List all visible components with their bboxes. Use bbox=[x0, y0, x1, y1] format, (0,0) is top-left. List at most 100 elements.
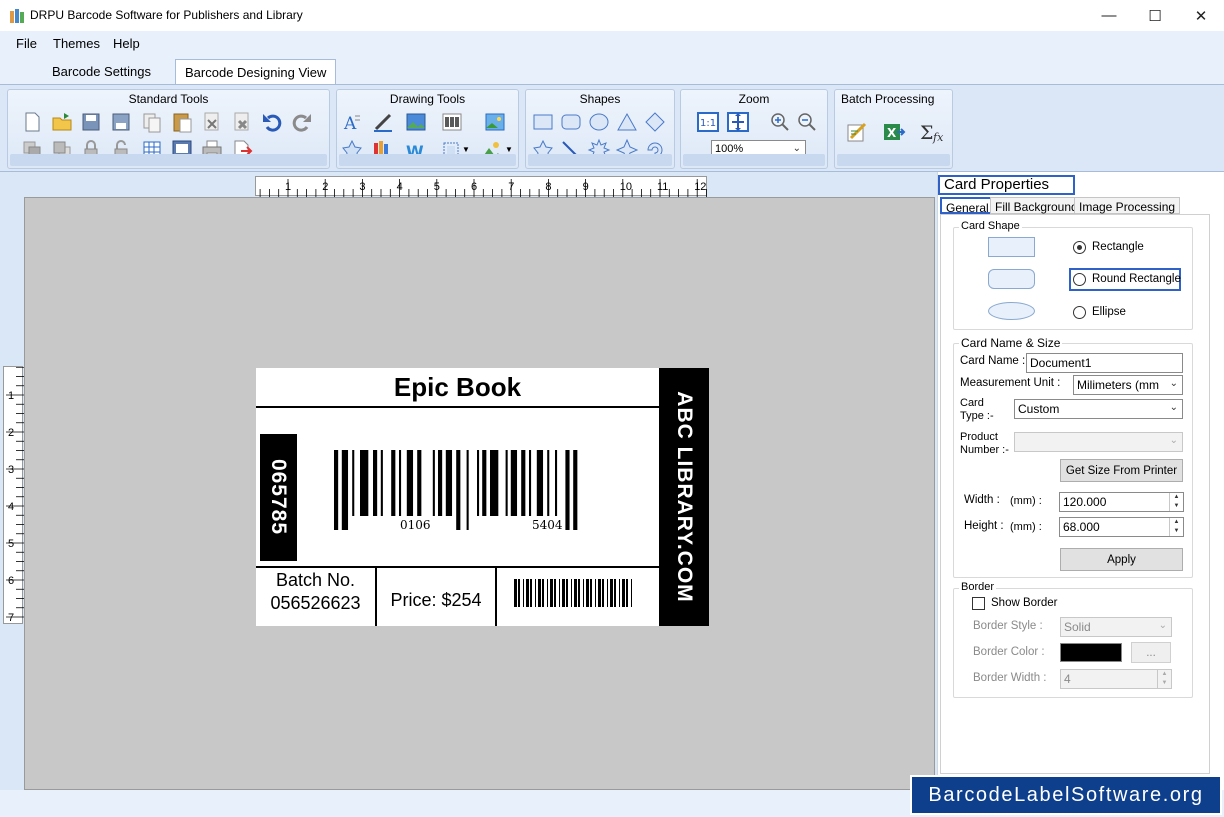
ruler-label: 6 bbox=[471, 181, 477, 193]
barcode[interactable] bbox=[332, 450, 627, 535]
tab-fill-background[interactable]: Fill Background bbox=[990, 197, 1083, 214]
barcode-bar bbox=[456, 450, 461, 530]
ruler-label: 1 bbox=[8, 390, 14, 402]
show-border-checkbox[interactable] bbox=[972, 597, 985, 610]
card-name-input[interactable]: Document1 bbox=[1026, 353, 1183, 373]
card-title[interactable]: Epic Book bbox=[256, 368, 659, 408]
measurement-unit-select[interactable]: Milimeters (mm ⌄ bbox=[1073, 375, 1183, 395]
border-color-swatch[interactable] bbox=[1060, 643, 1122, 662]
save-icon[interactable] bbox=[79, 110, 103, 134]
barcode-bar bbox=[536, 450, 544, 516]
zoom-out-icon[interactable] bbox=[795, 110, 819, 134]
save-as-icon[interactable] bbox=[109, 110, 133, 134]
menu-themes[interactable]: Themes bbox=[53, 36, 100, 51]
maximize-button[interactable]: ☐ bbox=[1132, 0, 1178, 31]
zoom-in-icon[interactable] bbox=[768, 110, 792, 134]
tab-general[interactable]: General bbox=[940, 197, 995, 215]
close-button[interactable]: ✕ bbox=[1178, 0, 1224, 31]
vertical-number[interactable]: 065785 bbox=[266, 437, 290, 557]
ellipse-radio[interactable] bbox=[1073, 306, 1086, 319]
text-tool-icon[interactable]: A bbox=[340, 110, 364, 134]
group-zoom: Zoom 1:1 100% ⌄ bbox=[680, 89, 828, 169]
chevron-down-icon[interactable]: ▼ bbox=[505, 145, 513, 154]
new-icon[interactable] bbox=[20, 110, 44, 134]
undo-icon[interactable] bbox=[260, 110, 284, 134]
diamond-shape-icon[interactable] bbox=[643, 110, 667, 134]
rectangle-shape-icon[interactable] bbox=[531, 110, 555, 134]
pen-tool-icon[interactable] bbox=[371, 110, 395, 134]
group-title: Zoom bbox=[738, 92, 770, 106]
barcode-tool-icon[interactable] bbox=[440, 110, 464, 134]
border-width-spinner[interactable]: ▲ ▼ bbox=[1157, 670, 1171, 688]
round-rectangle-radio[interactable] bbox=[1073, 273, 1086, 286]
barcode-left-digits: 0106 bbox=[400, 518, 431, 532]
picture-icon[interactable] bbox=[483, 110, 507, 134]
barcode-bar bbox=[514, 579, 517, 607]
ellipse-label[interactable]: Ellipse bbox=[1092, 306, 1126, 318]
chevron-down-icon: ⌄ bbox=[1169, 402, 1178, 413]
barcode-bar bbox=[619, 579, 620, 607]
barcode-bar bbox=[573, 450, 578, 530]
menu-help[interactable]: Help bbox=[113, 36, 140, 51]
barcode-bar bbox=[490, 450, 499, 516]
height-input[interactable]: 68.000 ▲ ▼ bbox=[1059, 517, 1184, 537]
tab-image-processing[interactable]: Image Processing bbox=[1074, 197, 1181, 214]
product-number-select[interactable]: ⌄ bbox=[1014, 432, 1183, 452]
round-rectangle-label[interactable]: Round Rectangle bbox=[1092, 273, 1181, 285]
delete-icon[interactable] bbox=[230, 110, 254, 134]
barcode-bar bbox=[559, 579, 560, 607]
triangle-shape-icon[interactable] bbox=[615, 110, 639, 134]
tab-barcode-settings[interactable]: Barcode Settings bbox=[43, 59, 160, 84]
tab-barcode-designing-view[interactable]: Barcode Designing View bbox=[175, 59, 337, 84]
fit-to-window-icon[interactable] bbox=[726, 110, 750, 134]
ruler-label: 5 bbox=[8, 538, 14, 550]
ruler-label: 12 bbox=[694, 181, 706, 193]
card-type-select[interactable]: Custom ⌄ bbox=[1014, 399, 1183, 419]
minimize-button[interactable]: — bbox=[1086, 0, 1132, 31]
get-size-from-printer-button[interactable]: Get Size From Printer bbox=[1060, 459, 1183, 482]
barcode-bar bbox=[523, 579, 524, 607]
border-style-select[interactable]: Solid ⌄ bbox=[1060, 617, 1172, 637]
batch-number[interactable]: 056526623 bbox=[256, 592, 375, 614]
chevron-down-icon: ⌄ bbox=[792, 143, 801, 154]
image-tool-icon[interactable] bbox=[404, 110, 428, 134]
rectangle-label[interactable]: Rectangle bbox=[1092, 241, 1144, 253]
ruler-label: 7 bbox=[8, 612, 14, 624]
redo-icon[interactable] bbox=[290, 110, 314, 134]
side-text[interactable]: ABC LIBRARY.COM bbox=[672, 377, 696, 617]
open-icon[interactable] bbox=[50, 110, 74, 134]
actual-size-icon[interactable]: 1:1 bbox=[696, 110, 720, 134]
copy-icon[interactable] bbox=[140, 110, 164, 134]
height-spinner[interactable]: ▲ ▼ bbox=[1169, 518, 1183, 536]
paste-icon[interactable] bbox=[170, 110, 194, 134]
cut-icon[interactable] bbox=[200, 110, 224, 134]
chevron-down-icon[interactable]: ▼ bbox=[462, 145, 470, 154]
price-text[interactable]: Price: $254 bbox=[377, 590, 495, 611]
width-spinner[interactable]: ▲ ▼ bbox=[1169, 493, 1183, 511]
ellipse-shape-icon[interactable] bbox=[587, 110, 611, 134]
rectangle-preview bbox=[988, 237, 1035, 257]
rounded-rectangle-shape-icon[interactable] bbox=[559, 110, 583, 134]
border-width-label: Border Width : bbox=[973, 672, 1047, 684]
measurement-unit-value: Milimeters (mm bbox=[1077, 378, 1159, 392]
apply-button[interactable]: Apply bbox=[1060, 548, 1183, 571]
batch-label[interactable]: Batch No. bbox=[256, 569, 375, 591]
chevron-down-icon: ⌄ bbox=[1158, 620, 1167, 631]
barcode-bar bbox=[565, 450, 570, 530]
border-color-button[interactable]: ... bbox=[1131, 642, 1171, 663]
card-type-value: Custom bbox=[1018, 402, 1060, 416]
ruler-label: 5 bbox=[434, 181, 440, 193]
batch-edit-icon[interactable] bbox=[845, 120, 869, 144]
label-card[interactable]: Epic Book ABC LIBRARY.COM 065785 0106 54… bbox=[256, 368, 709, 626]
ruler-label: 1 bbox=[285, 181, 291, 193]
excel-import-icon[interactable]: X bbox=[882, 120, 906, 144]
show-border-label[interactable]: Show Border bbox=[991, 597, 1057, 609]
menu-file[interactable]: File bbox=[16, 36, 37, 51]
formula-icon[interactable]: Σfx bbox=[919, 120, 944, 144]
ruler-label: 3 bbox=[8, 464, 14, 476]
rectangle-radio[interactable] bbox=[1073, 241, 1086, 254]
barcode-bar bbox=[438, 450, 443, 516]
width-input[interactable]: 120.000 ▲ ▼ bbox=[1059, 492, 1184, 512]
batch-barcode[interactable] bbox=[514, 579, 634, 610]
border-width-input[interactable]: 4 ▲ ▼ bbox=[1060, 669, 1172, 689]
